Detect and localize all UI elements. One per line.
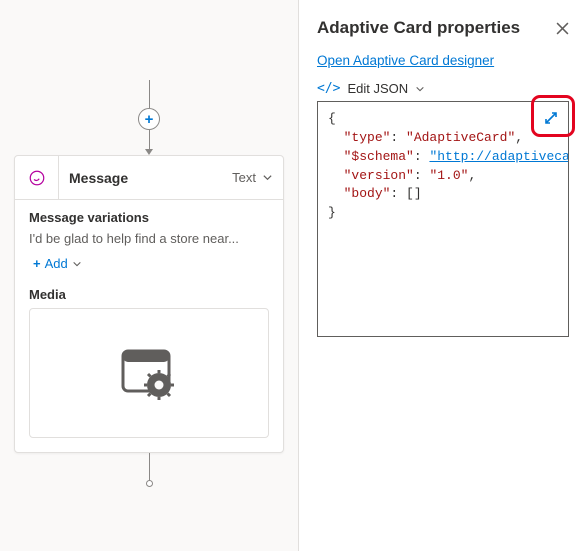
message-icon bbox=[15, 156, 59, 199]
add-variation-button[interactable]: + Add bbox=[29, 254, 86, 273]
edit-json-toggle[interactable]: </> Edit JSON bbox=[317, 81, 569, 96]
add-label: Add bbox=[45, 256, 68, 271]
media-gear-icon bbox=[117, 345, 181, 401]
panel-title: Adaptive Card properties bbox=[317, 18, 520, 38]
node-header[interactable]: Message Text bbox=[15, 156, 283, 200]
message-node[interactable]: Message Text Message variations I'd be g… bbox=[14, 155, 284, 453]
chevron-down-icon bbox=[72, 259, 82, 269]
plus-icon: + bbox=[33, 256, 41, 271]
properties-panel: Adaptive Card properties Open Adaptive C… bbox=[298, 0, 587, 551]
connector-end bbox=[146, 480, 153, 487]
code-icon: </> bbox=[317, 81, 340, 96]
close-icon bbox=[556, 22, 569, 35]
close-button[interactable] bbox=[556, 22, 569, 35]
node-type-label: Text bbox=[232, 170, 262, 185]
open-designer-link[interactable]: Open Adaptive Card designer bbox=[317, 53, 494, 68]
media-dropzone[interactable] bbox=[29, 308, 269, 438]
media-heading: Media bbox=[29, 287, 269, 302]
edit-json-label: Edit JSON bbox=[347, 81, 408, 96]
arrow-down-icon bbox=[145, 149, 153, 155]
variation-preview: I'd be glad to help find a store near... bbox=[29, 231, 269, 246]
chevron-down-icon bbox=[415, 84, 425, 94]
json-editor[interactable]: { "type": "AdaptiveCard", "$schema": "ht… bbox=[317, 101, 569, 337]
expand-icon bbox=[543, 110, 559, 126]
expand-editor-button[interactable] bbox=[537, 104, 565, 132]
chevron-down-icon[interactable] bbox=[262, 172, 283, 183]
plus-icon: + bbox=[145, 111, 154, 128]
add-node-button[interactable]: + bbox=[138, 108, 160, 130]
node-title: Message bbox=[59, 170, 232, 186]
variations-heading: Message variations bbox=[29, 210, 269, 225]
